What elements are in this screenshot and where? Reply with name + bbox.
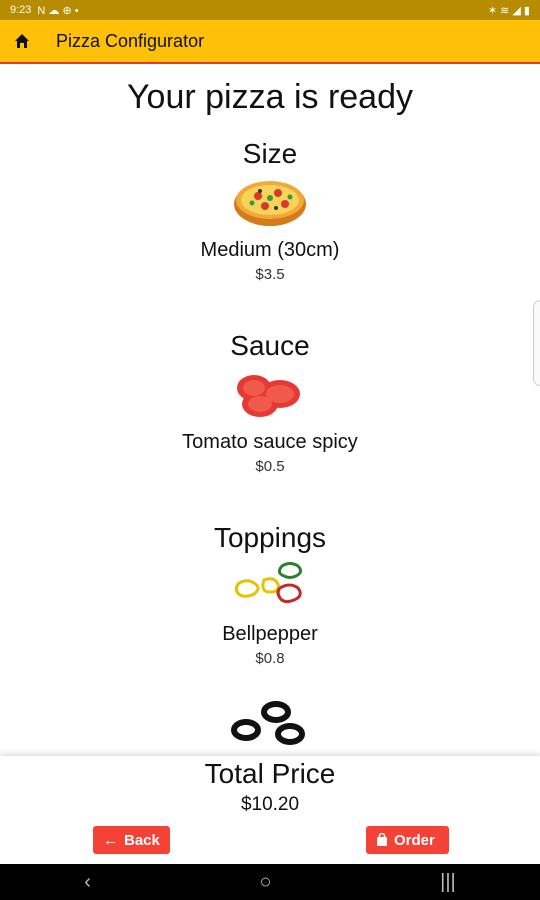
status-bar: 9:23 N ☁ ⊕ • ✶ ≋ ◢ ▮ <box>0 0 540 20</box>
size-section: Size Medium (30cm) $3.5 <box>0 138 540 283</box>
tomato-slices-icon <box>237 375 300 417</box>
total-label: Total Price <box>204 758 336 789</box>
sauce-item: Tomato sauce spicy <box>182 431 358 453</box>
arrow-left-icon: ← <box>103 831 118 849</box>
topping-item: Bellpepper <box>222 623 318 645</box>
nav-home-icon[interactable]: ○ <box>259 871 271 894</box>
order-button[interactable]: Order <box>366 826 449 854</box>
topping-price: $0.8 <box>255 650 285 667</box>
system-nav-bar: ‹ ○ ||| <box>0 864 540 900</box>
total-value: $10.20 <box>240 794 300 815</box>
home-icon <box>15 34 29 48</box>
notification-icons: N ☁ ⊕ • <box>37 4 79 17</box>
summary-content[interactable]: Your pizza is ready Size Medium (30cm) $… <box>0 66 540 756</box>
home-button[interactable] <box>0 33 44 49</box>
sauce-section: Sauce Tomato sauce spicy $0.5 <box>0 330 540 475</box>
toppings-section: Toppings Bellpepper $0.8 <box>0 522 540 667</box>
nav-back-icon[interactable]: ‹ <box>84 871 91 894</box>
page-title: Your pizza is ready <box>126 78 413 116</box>
back-button[interactable]: ← Back <box>93 826 170 854</box>
edge-panel-handle[interactable] <box>533 300 540 386</box>
status-time: 9:23 <box>10 4 32 16</box>
size-heading: Size <box>242 138 298 169</box>
bellpepper-rings-icon <box>234 562 303 604</box>
size-price: $3.5 <box>255 266 285 283</box>
toppings-heading: Toppings <box>213 522 327 553</box>
total-panel: Total Price $10.20 ← Back Order <box>0 756 540 864</box>
pizza-icon <box>234 181 306 226</box>
shopping-bag-icon <box>377 833 387 846</box>
app-bar: Pizza Configurator <box>0 20 540 64</box>
app-title: Pizza Configurator <box>56 30 205 51</box>
olive-rings-icon <box>231 701 305 745</box>
sauce-heading: Sauce <box>230 330 310 361</box>
system-status-icons: ✶ ≋ ◢ ▮ <box>487 4 530 17</box>
topping-item-olives <box>0 700 540 756</box>
sauce-price: $0.5 <box>255 458 285 475</box>
nav-recents-icon[interactable]: ||| <box>440 871 456 894</box>
size-item: Medium (30cm) <box>200 239 340 261</box>
order-button-label: Order <box>394 831 435 849</box>
back-button-label: Back <box>124 831 160 849</box>
